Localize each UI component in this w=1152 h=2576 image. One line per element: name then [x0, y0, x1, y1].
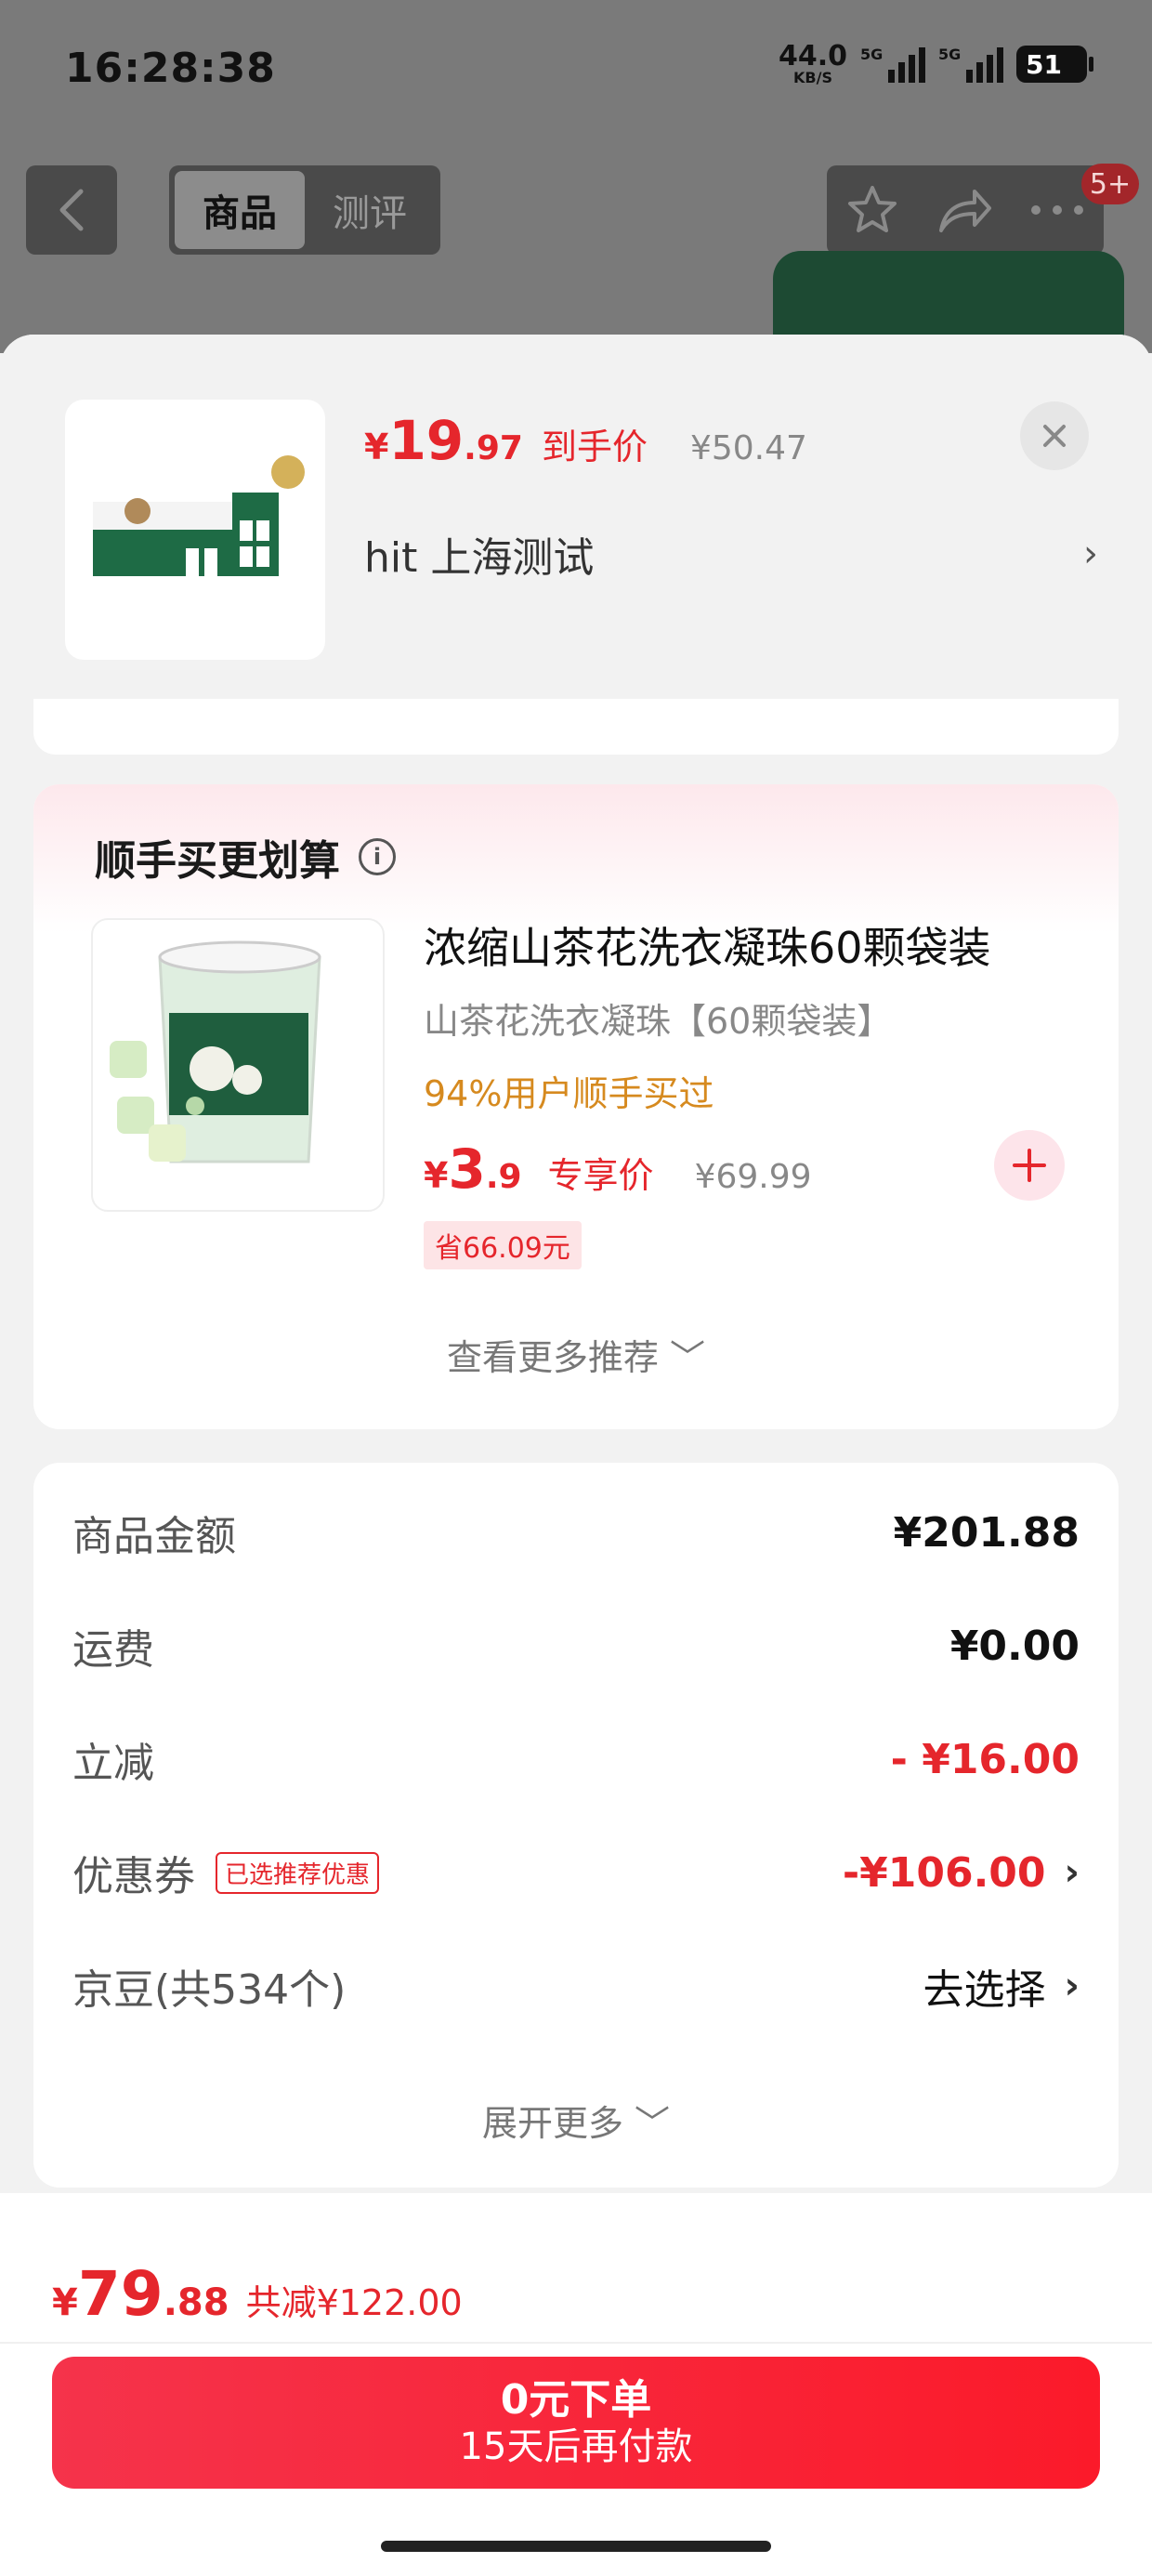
recommend-title-text: 顺手买更划算 — [95, 837, 340, 885]
summary-row-shipping: 运费 ¥0.00 — [72, 1604, 1080, 1688]
plus-icon — [1013, 1149, 1046, 1182]
coupon-label-group: 优惠券 已选推荐优惠 — [72, 1843, 380, 1902]
star-icon[interactable] — [844, 182, 900, 238]
chevron-right-icon: › — [1064, 1851, 1080, 1894]
chevron-right-icon: › — [1083, 532, 1098, 575]
close-button[interactable] — [1020, 401, 1089, 470]
status-bar: 16:28:38 44.0 KB/S 5G 5G 51 — [0, 0, 1152, 139]
discount-value: - ¥16.00 — [890, 1735, 1080, 1783]
price-label: 到手价 — [541, 427, 648, 467]
recommend-title: 顺手买更划算 i — [95, 827, 396, 887]
price-integer: 19 — [388, 409, 465, 472]
chevron-left-icon — [59, 189, 84, 231]
product-image — [93, 455, 305, 576]
summary-row-goods: 商品金额 ¥201.88 — [72, 1491, 1080, 1574]
share-icon[interactable] — [936, 184, 993, 236]
discount-label: 立减 — [72, 1740, 154, 1787]
signal-icon-2: 5G — [938, 46, 1003, 83]
summary-row-coupon[interactable]: 优惠券 已选推荐优惠 -¥106.00 › — [72, 1831, 1080, 1914]
recommend-tip: 94%用户顺手买过 — [424, 1073, 714, 1114]
submit-sub-label: 15天后再付款 — [459, 2425, 693, 2469]
more-recommend-link[interactable]: 查看更多推荐 ﹀ — [33, 1329, 1119, 1380]
shipping-label: 运费 — [72, 1626, 154, 1674]
jingdou-value-group: 去选择 › — [923, 1956, 1080, 2016]
nav-actions — [827, 165, 1104, 255]
footer-divider — [0, 2342, 1152, 2344]
coupon-tag: 已选推荐优惠 — [216, 1851, 380, 1894]
close-icon — [1043, 425, 1066, 447]
goods-amount-label: 商品金额 — [72, 1513, 236, 1560]
tab-review[interactable]: 测评 — [305, 171, 435, 249]
jingdou-label: 京豆(共534个) — [72, 1966, 347, 2014]
coupon-label: 优惠券 — [72, 1853, 195, 1900]
sheet-header: ¥ 19 .97 到手价 ¥50.47 hit 上海测试 › — [0, 335, 1152, 706]
tab-product[interactable]: 商品 — [175, 171, 305, 249]
submit-order-button[interactable]: 0元下单 15天后再付款 — [52, 2357, 1100, 2489]
status-time: 16:28:38 — [65, 45, 276, 92]
recommend-product-image — [110, 940, 321, 1163]
signal-label-2: 5G — [938, 46, 962, 63]
footer-total: ¥ 79 .88 共减¥122.00 — [52, 2258, 463, 2330]
original-price: ¥50.47 — [689, 429, 807, 467]
summary-row-jingdou[interactable]: 京豆(共534个) 去选择 › — [72, 1944, 1080, 2028]
divider-strip — [33, 699, 1119, 755]
summary-row-discount: 立减 - ¥16.00 — [72, 1717, 1080, 1801]
chevron-right-icon: › — [1064, 1965, 1080, 2007]
status-icons: 44.0 KB/S 5G 5G 51 — [779, 43, 1093, 85]
recommend-price-decimal: .9 — [485, 1158, 522, 1196]
recommend-price-integer: 3 — [448, 1137, 486, 1201]
recommend-price-label: 专享价 — [547, 1155, 654, 1196]
coupon-value: -¥106.00 — [842, 1848, 1046, 1897]
summary-card: 商品金额 ¥201.88 运费 ¥0.00 立减 - ¥16.00 优惠券 已选… — [33, 1463, 1119, 2188]
network-speed: 44.0 KB/S — [779, 43, 847, 85]
nav-tabs: 商品 测评 — [169, 165, 440, 255]
footer-price-symbol: ¥ — [52, 2281, 78, 2324]
footer-saved: 共减¥122.00 — [245, 2282, 463, 2323]
checkout-footer: ¥ 79 .88 共减¥122.00 0元下单 15天后再付款 — [0, 2193, 1152, 2576]
recommend-save-tag: 省66.09元 — [424, 1221, 582, 1269]
expand-more-link[interactable]: 展开更多 ﹀ — [33, 2095, 1119, 2146]
product-thumbnail — [65, 400, 325, 660]
recommend-price-symbol: ¥ — [424, 1155, 449, 1196]
sheet-price-row: ¥ 19 .97 到手价 ¥50.47 — [364, 409, 807, 472]
add-button[interactable] — [994, 1130, 1065, 1201]
battery-icon: 51 — [1016, 46, 1093, 83]
footer-price-integer: 79 — [77, 2258, 164, 2330]
more-icon[interactable] — [1028, 203, 1086, 217]
background-page: 16:28:38 44.0 KB/S 5G 5G 51 商品 测评 5+ — [0, 0, 1152, 362]
spec-selector[interactable]: hit 上海测试 › — [364, 517, 1098, 591]
signal-icon: 5G — [860, 46, 925, 83]
recommend-product-name[interactable]: 浓缩山茶花洗衣凝珠60颗袋装 — [424, 914, 991, 976]
recommend-product-thumbnail[interactable] — [91, 918, 385, 1212]
checkout-sheet: ¥ 19 .97 到手价 ¥50.47 hit 上海测试 › 顺手买更划算 i — [0, 335, 1152, 2576]
spec-text: hit 上海测试 — [364, 534, 595, 582]
footer-price-decimal: .88 — [163, 2281, 229, 2324]
recommend-price-row: ¥ 3 .9 专享价 ¥69.99 — [424, 1137, 812, 1201]
recommend-card: 顺手买更划算 i 浓缩山茶花洗衣凝珠60颗袋装 山茶花洗衣凝珠【60颗袋装】 9… — [33, 784, 1119, 1429]
shipping-value: ¥0.00 — [949, 1622, 1080, 1670]
network-speed-unit: KB/S — [793, 69, 832, 86]
price-symbol: ¥ — [364, 427, 389, 467]
coupon-value-group: -¥106.00 › — [843, 1849, 1080, 1897]
price-decimal: .97 — [464, 429, 523, 467]
notification-badge: 5+ — [1081, 164, 1139, 204]
recommend-original-price: ¥69.99 — [694, 1158, 812, 1196]
signal-label: 5G — [860, 46, 884, 63]
info-icon[interactable]: i — [359, 838, 396, 875]
goods-amount-value: ¥201.88 — [893, 1508, 1080, 1557]
home-indicator[interactable] — [381, 2541, 771, 2552]
network-speed-value: 44.0 — [778, 40, 847, 72]
back-button[interactable] — [26, 165, 117, 255]
jingdou-value: 去选择 — [923, 1966, 1046, 2014]
submit-main-label: 0元下单 — [500, 2375, 652, 2424]
recommend-product-sub: 山茶花洗衣凝珠【60颗袋装】 — [424, 1001, 893, 1042]
battery-level: 51 — [1026, 48, 1062, 80]
